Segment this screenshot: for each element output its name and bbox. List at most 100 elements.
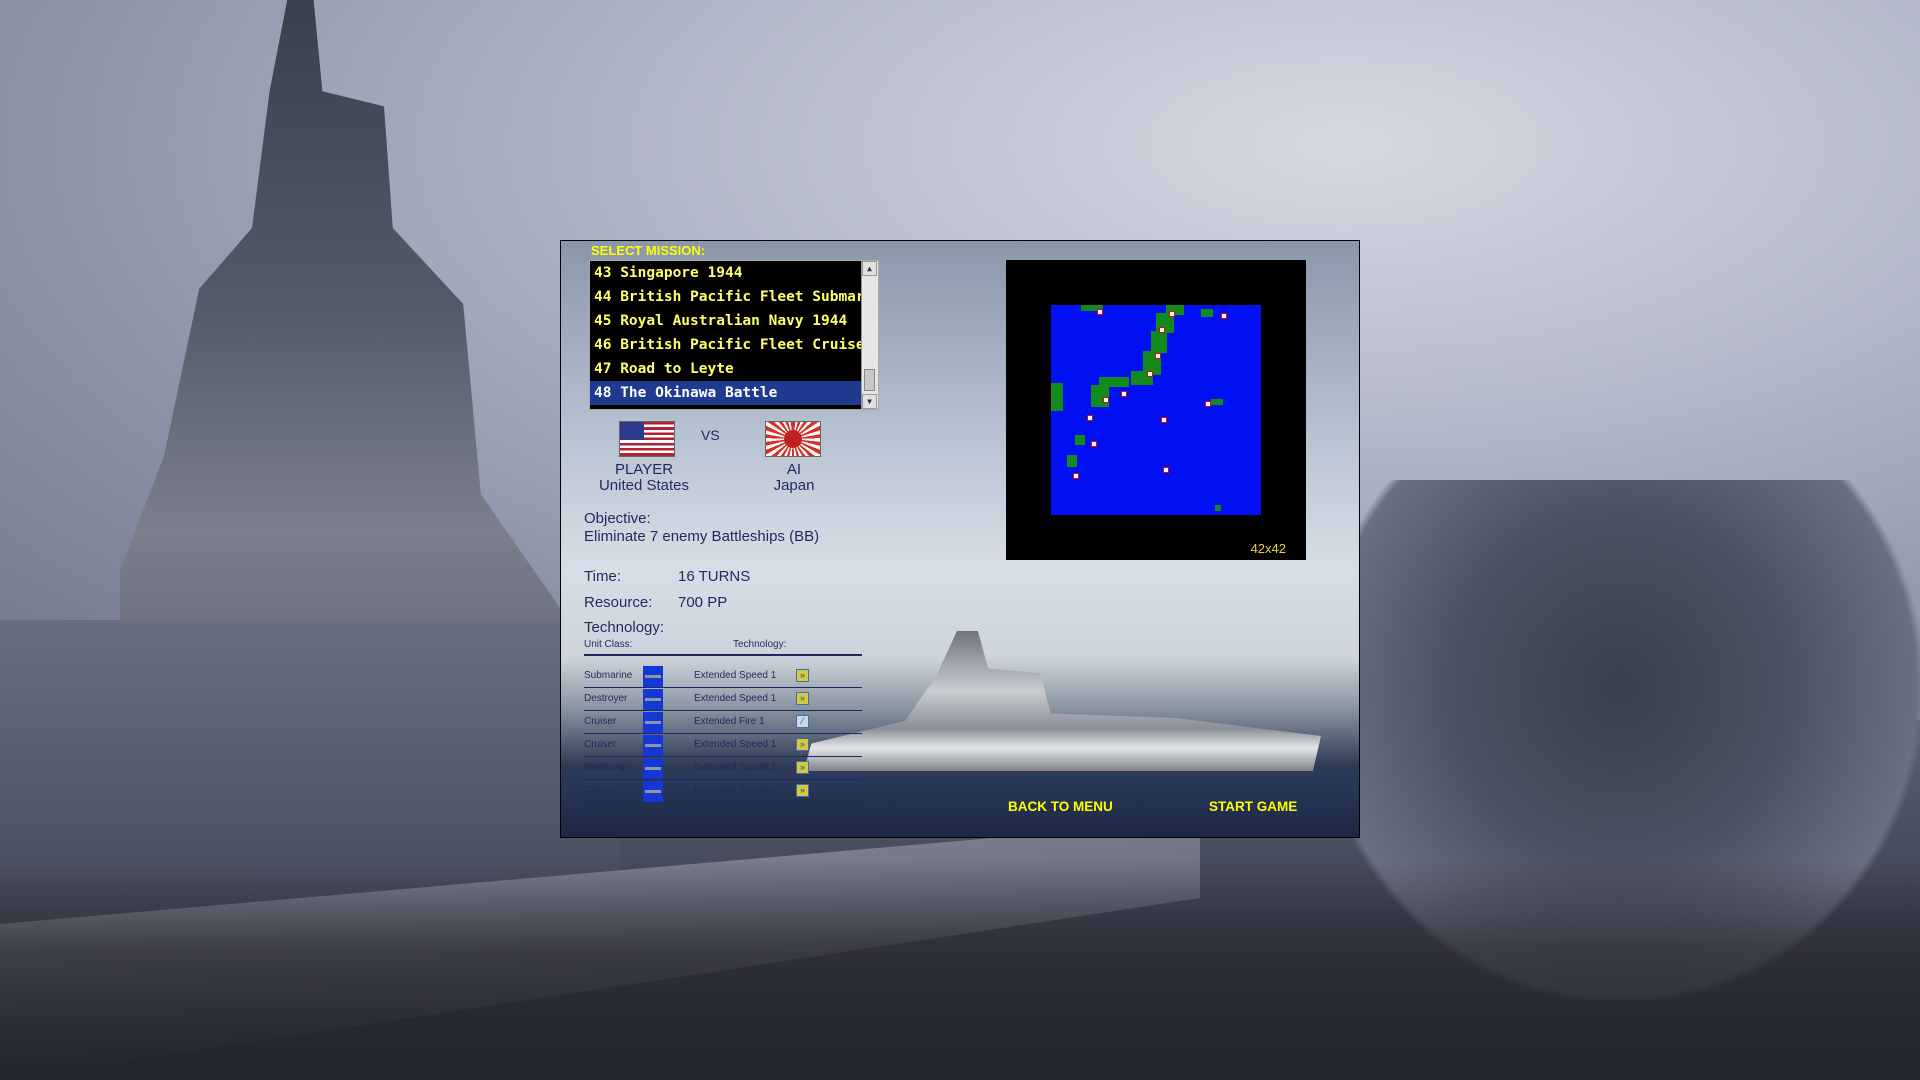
scroll-thumb[interactable] — [864, 369, 875, 391]
resource-value: 700 PP — [678, 594, 728, 611]
mission-name: Royal Australian Navy 1944 — [620, 313, 848, 329]
mission-number: 43 — [594, 265, 612, 281]
tech-name: Extended Speed 1 — [694, 762, 777, 773]
mission-number: 47 — [594, 361, 612, 377]
speed-icon: » — [796, 761, 809, 774]
mission-name: Singapore 1944 — [620, 265, 743, 281]
land-tile — [1091, 385, 1109, 407]
port-marker — [1097, 309, 1103, 315]
resource-label: Resource: — [584, 594, 653, 611]
port-marker — [1159, 327, 1165, 333]
tech-unit-class: Submarine — [584, 670, 633, 681]
mission-name: British Pacific Fleet Submarines — [620, 289, 864, 305]
battleship-illustration — [801, 631, 1321, 781]
scroll-down-arrow-icon[interactable]: ▼ — [862, 394, 877, 409]
mission-item[interactable]: 43 Singapore 1944 — [590, 261, 864, 285]
japan-flag-icon — [765, 421, 821, 457]
port-marker — [1121, 391, 1127, 397]
tech-row: Destroyer Extended Speed 1 » — [584, 689, 862, 711]
objective-label: Objective: — [584, 510, 651, 527]
start-game-button[interactable]: START GAME — [1209, 799, 1297, 814]
mission-number: 48 — [594, 385, 612, 401]
player-side: PLAYER United States — [589, 462, 699, 494]
cruiser-icon — [643, 712, 663, 733]
objective-text: Eliminate 7 enemy Battleships (BB) — [584, 528, 820, 545]
us-flag-icon — [619, 421, 675, 457]
tech-row: Submarine Extended Speed 1 » — [584, 666, 862, 688]
port-marker — [1169, 311, 1175, 317]
speed-icon: » — [796, 669, 809, 682]
port-marker — [1155, 353, 1161, 359]
mission-list[interactable]: 43 Singapore 1944 44 British Pacific Fle… — [589, 260, 879, 410]
fire-icon: ⁄ — [796, 715, 809, 728]
background-deck — [0, 860, 1920, 1080]
technology-header: Technology: — [733, 639, 787, 650]
mission-item[interactable]: 44 British Pacific Fleet Submarines — [590, 285, 864, 309]
land-tile — [1201, 309, 1213, 317]
cruiser-icon — [643, 735, 663, 756]
carrier-icon — [643, 781, 663, 802]
tech-name: Extended Fire 1 — [694, 716, 765, 727]
land-tile — [1075, 435, 1085, 445]
battleship-icon — [643, 758, 663, 779]
tech-name: Extended Speed 1 — [694, 693, 777, 704]
tech-unit-class: Cruiser — [584, 739, 617, 750]
submarine-icon — [643, 666, 663, 687]
opponent-nation: Japan — [773, 477, 815, 494]
tech-row: Battleship Extended Speed 1 » — [584, 758, 862, 780]
mission-minimap: 42x42 — [1006, 260, 1306, 560]
land-tile — [1051, 383, 1063, 411]
opponent-role: AI — [786, 461, 802, 478]
tech-unit-class: Carrier — [584, 785, 615, 796]
land-tile — [1067, 455, 1077, 467]
port-marker — [1073, 473, 1079, 479]
select-mission-label: SELECT MISSION: — [591, 243, 706, 258]
tech-unit-class: Battleship — [584, 762, 628, 773]
player-nation: United States — [598, 477, 690, 494]
player-role: PLAYER — [614, 461, 674, 478]
opponent-side: AI Japan — [739, 462, 849, 494]
time-value: 16 TURNS — [678, 568, 751, 585]
mission-number: 44 — [594, 289, 612, 305]
technology-label: Technology: — [584, 619, 665, 636]
land-tile — [1215, 505, 1221, 511]
time-label: Time: — [584, 568, 621, 585]
mission-name: Road to Leyte — [620, 361, 734, 377]
mission-select-dialog: SELECT MISSION: 43 Singapore 1944 44 Bri… — [560, 240, 1360, 838]
port-marker — [1103, 397, 1109, 403]
port-marker — [1087, 415, 1093, 421]
port-marker — [1147, 371, 1153, 377]
land-tile — [1151, 331, 1167, 353]
port-marker — [1161, 417, 1167, 423]
mission-item[interactable]: 47 Road to Leyte — [590, 357, 864, 381]
tech-row: Carrier Extended Speed 1 » — [584, 781, 862, 803]
mission-item[interactable]: 45 Royal Australian Navy 1944 — [590, 309, 864, 333]
port-marker — [1091, 441, 1097, 447]
back-to-menu-button[interactable]: BACK TO MENU — [1008, 799, 1113, 814]
port-marker — [1205, 401, 1211, 407]
mission-list-scrollbar[interactable]: ▲ ▼ — [861, 261, 878, 409]
speed-icon: » — [796, 738, 809, 751]
mission-name: British Pacific Fleet Cruisers — [620, 337, 864, 353]
mission-name: The Okinawa Battle — [620, 385, 778, 401]
land-tile — [1211, 399, 1223, 405]
mission-number: 45 — [594, 313, 612, 329]
mission-item-selected[interactable]: 48 The Okinawa Battle — [590, 381, 864, 405]
port-marker — [1163, 467, 1169, 473]
minimap-sea — [1051, 305, 1261, 515]
header-divider — [584, 654, 862, 656]
speed-icon: » — [796, 784, 809, 797]
tech-name: Extended Speed 1 — [694, 785, 777, 796]
port-marker — [1221, 313, 1227, 319]
versus-label: VS — [701, 427, 720, 443]
destroyer-icon — [643, 689, 663, 710]
tech-row: Cruiser Extended Speed 1 » — [584, 735, 862, 757]
scroll-up-arrow-icon[interactable]: ▲ — [862, 261, 877, 276]
mission-item[interactable]: 46 British Pacific Fleet Cruisers — [590, 333, 864, 357]
tech-unit-class: Cruiser — [584, 716, 617, 727]
unit-class-header: Unit Class: — [584, 639, 633, 650]
map-size-label: 42x42 — [1250, 541, 1286, 556]
speed-icon: » — [796, 692, 809, 705]
mission-number: 46 — [594, 337, 612, 353]
tech-name: Extended Speed 1 — [694, 739, 777, 750]
